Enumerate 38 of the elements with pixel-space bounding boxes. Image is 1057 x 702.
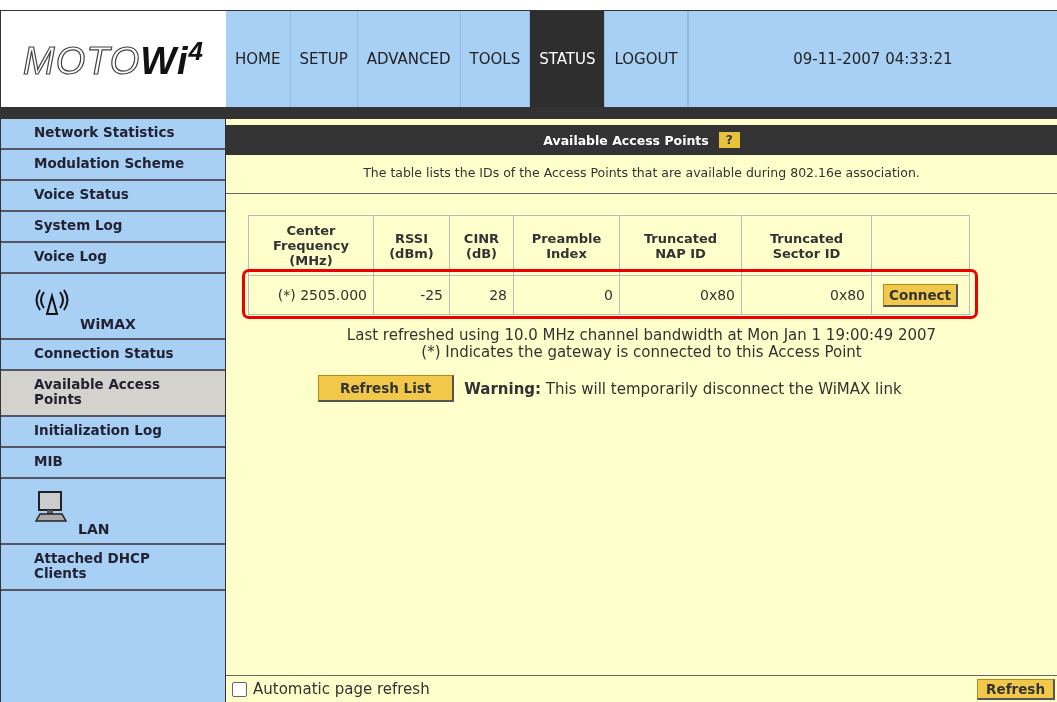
- sidebar-item[interactable]: Network Statistics: [1, 119, 225, 150]
- checkbox-label: Automatic page refresh: [253, 680, 431, 698]
- sidebar-item[interactable]: Voice Status: [1, 181, 225, 212]
- help-button[interactable]: ?: [718, 132, 740, 148]
- table-cell: 0x80: [619, 275, 742, 315]
- column-header: Preamble Index: [513, 215, 620, 276]
- column-header: Truncated Sector ID: [741, 215, 872, 276]
- section-label: WiMAX: [80, 316, 136, 332]
- table-cell: 0: [513, 275, 620, 315]
- column-header: RSSI (dBm): [373, 215, 450, 276]
- description-text: The table lists the IDs of the Access Points that are available during 802.16e association.: [226, 155, 1057, 194]
- section-label: LAN: [78, 521, 110, 537]
- column-header: Center Frequency (MHz): [248, 215, 374, 276]
- sidebar-item[interactable]: System Log: [1, 212, 225, 243]
- logo: MOTOWi$^{4}$: [23, 35, 204, 83]
- column-header: CINR (dB): [449, 215, 514, 276]
- sidebar-item[interactable]: Available Access Points: [1, 371, 225, 417]
- sidebar-item[interactable]: Initialization Log: [1, 417, 225, 448]
- column-header: Truncated NAP ID: [619, 215, 742, 276]
- table-cell: -25: [373, 275, 450, 315]
- refresh-button[interactable]: Refresh: [977, 678, 1055, 700]
- table-cell: 28: [449, 275, 514, 315]
- note-text: (*) Indicates the gateway is connected to this Access Point: [420, 344, 863, 361]
- antenna-icon: [34, 288, 70, 318]
- table-cell: 0x80: [741, 275, 872, 315]
- sidebar-item[interactable]: Attached DHCP Clients: [1, 545, 225, 591]
- nav-tab[interactable]: STATUS: [530, 11, 606, 107]
- note-text: Last refreshed using 10.0 MHz channel bandwidth at Mon Jan 1 19:00:49 2007: [345, 327, 938, 344]
- sidebar-item[interactable]: MIB: [1, 448, 225, 479]
- warning-text: Warning: This will temporarily disconnect the WiMAX link: [464, 379, 902, 398]
- table-cell: (*) 2505.000: [248, 275, 374, 315]
- computer-icon: [34, 491, 68, 525]
- sidebar-item[interactable]: Modulation Scheme: [1, 150, 225, 181]
- sidebar-item[interactable]: Voice Log: [1, 243, 225, 274]
- panel-title: Available Access Points: [543, 132, 709, 148]
- refresh-list-button[interactable]: Refresh List: [318, 375, 455, 402]
- connect-button[interactable]: Connect: [883, 283, 958, 307]
- checkbox[interactable]: [232, 681, 247, 697]
